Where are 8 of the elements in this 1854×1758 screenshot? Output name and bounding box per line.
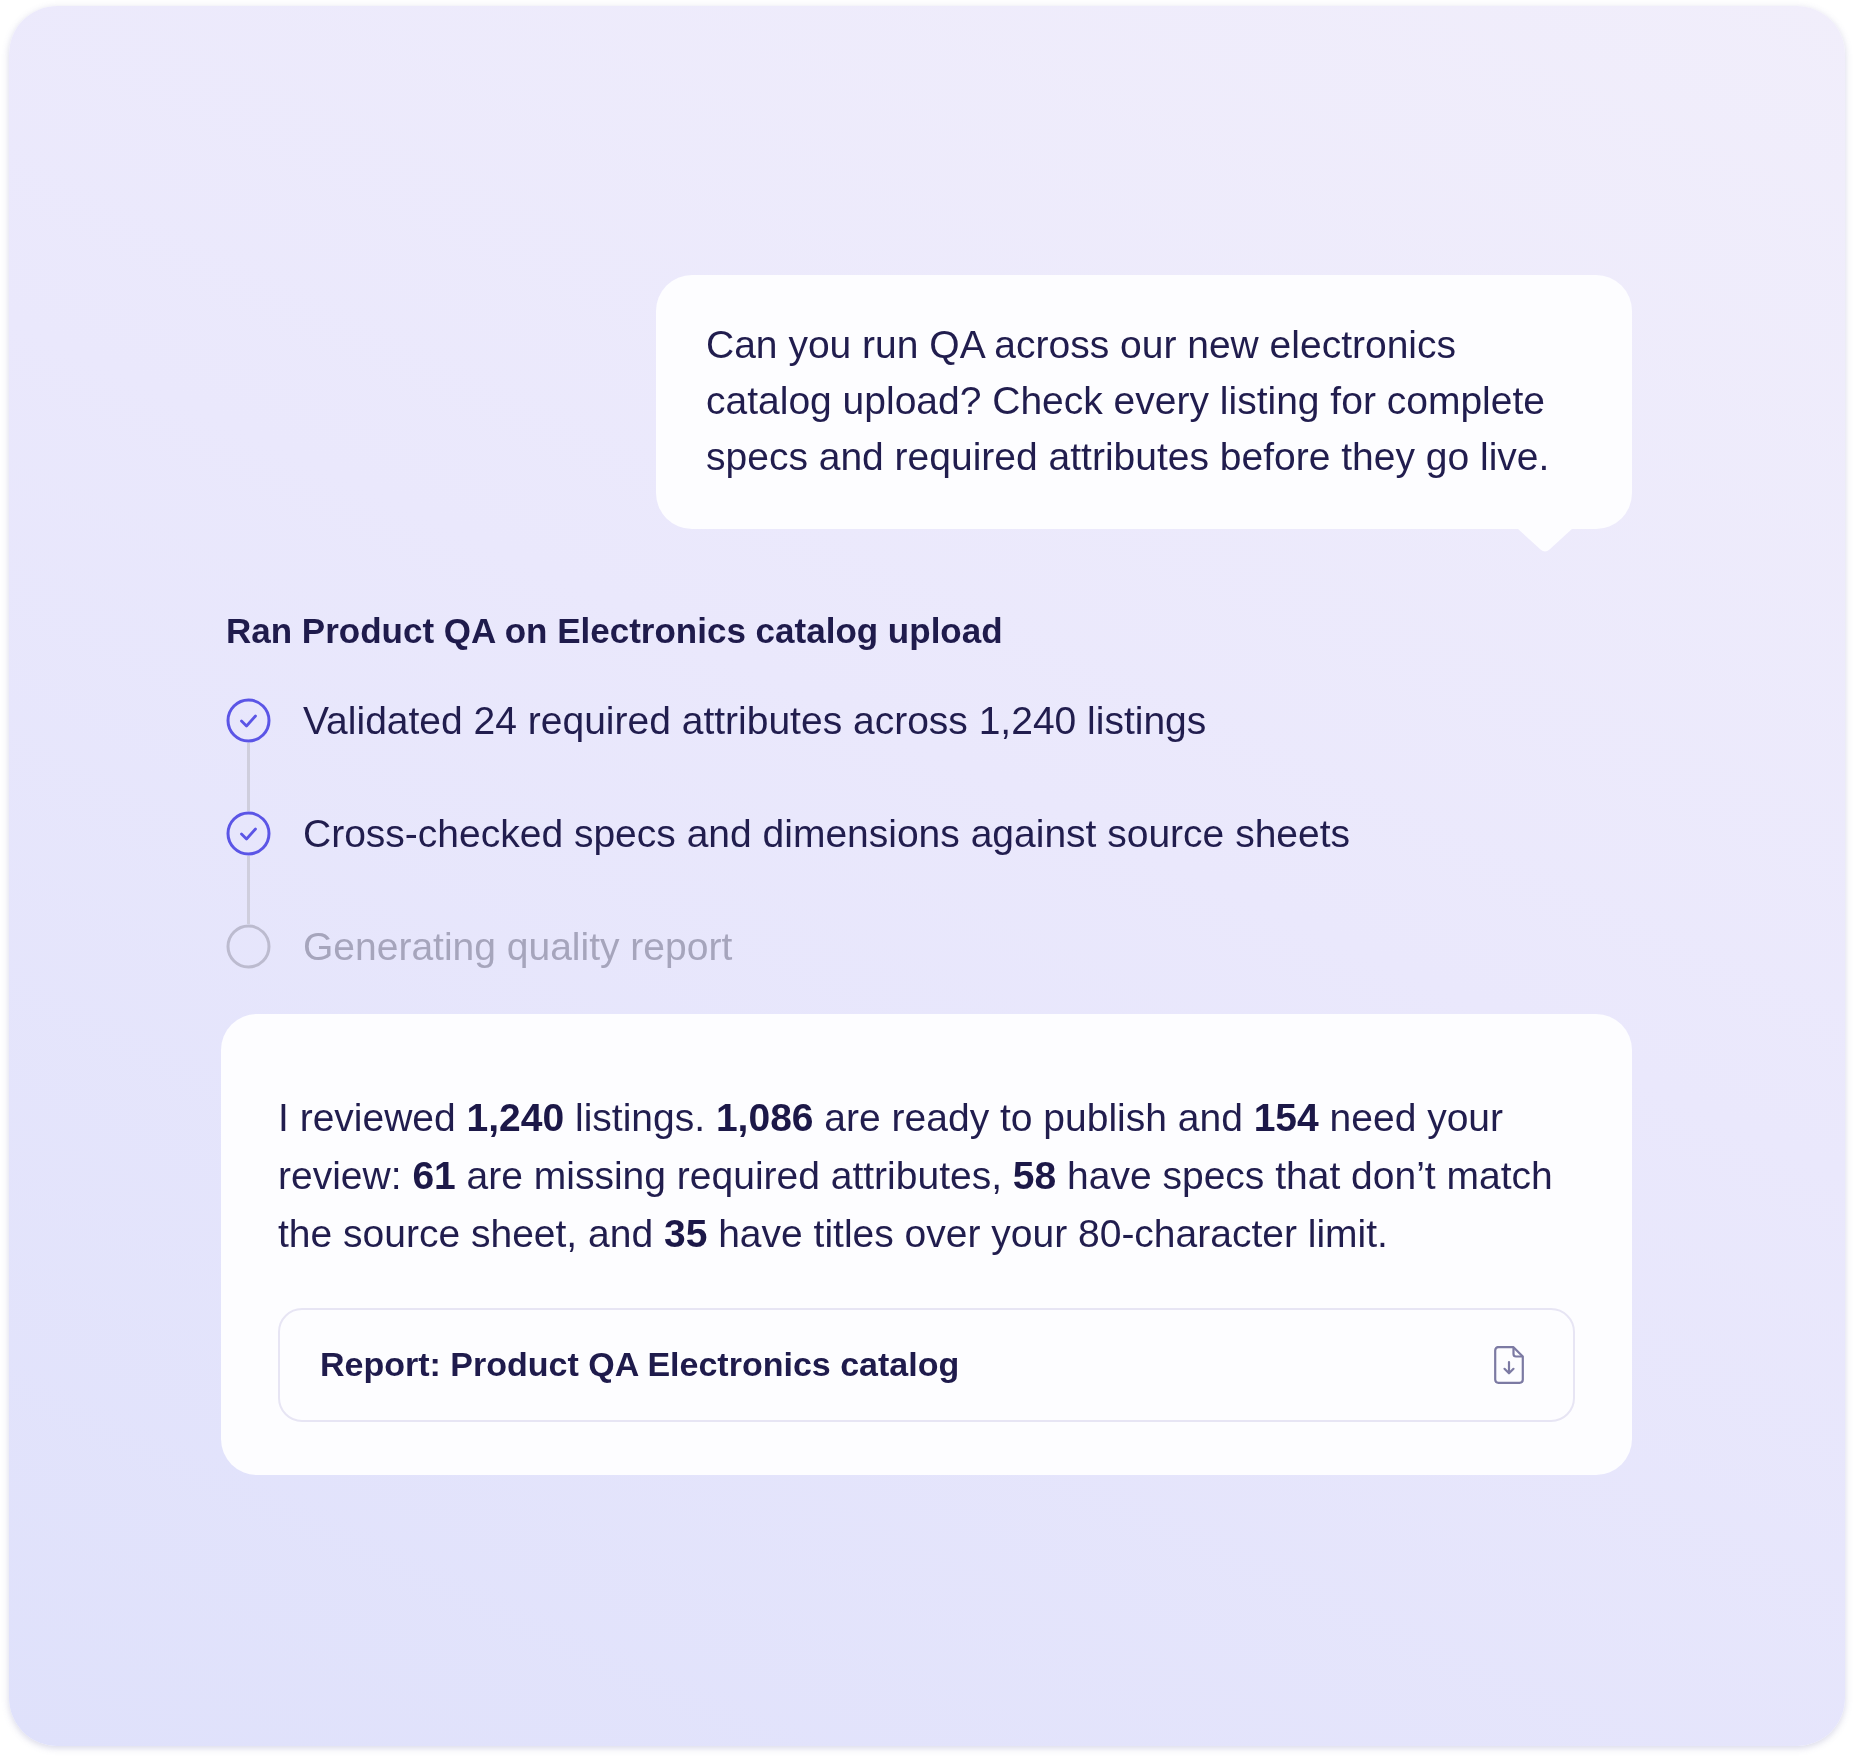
reply-text: I reviewed 1,240 listings. 1,086 are ready to publish and 154 need your review: 61 are missing required attributes, 58 have specs that don’t match the source sheet, and 35 have titles over your 80-character limit. [278, 1094, 1554, 1257]
step-label: Cross-checked specs and dimensions against source sheets [303, 811, 1351, 856]
file-download-icon[interactable] [1494, 1345, 1524, 1384]
task-title: Ran Product QA on Electronics catalog upload [226, 611, 1003, 651]
message-text: Can you run QA across our new electronics catalog upload? Check every listing for complete specs and required attributes before they go live. [706, 322, 1551, 480]
report-attachment[interactable]: Report: Product QA Electronics catalog [278, 1307, 1575, 1422]
step-label: Generating quality report [303, 924, 733, 969]
step-label: Validated 24 required attributes across 1,240 listings [303, 698, 1207, 743]
